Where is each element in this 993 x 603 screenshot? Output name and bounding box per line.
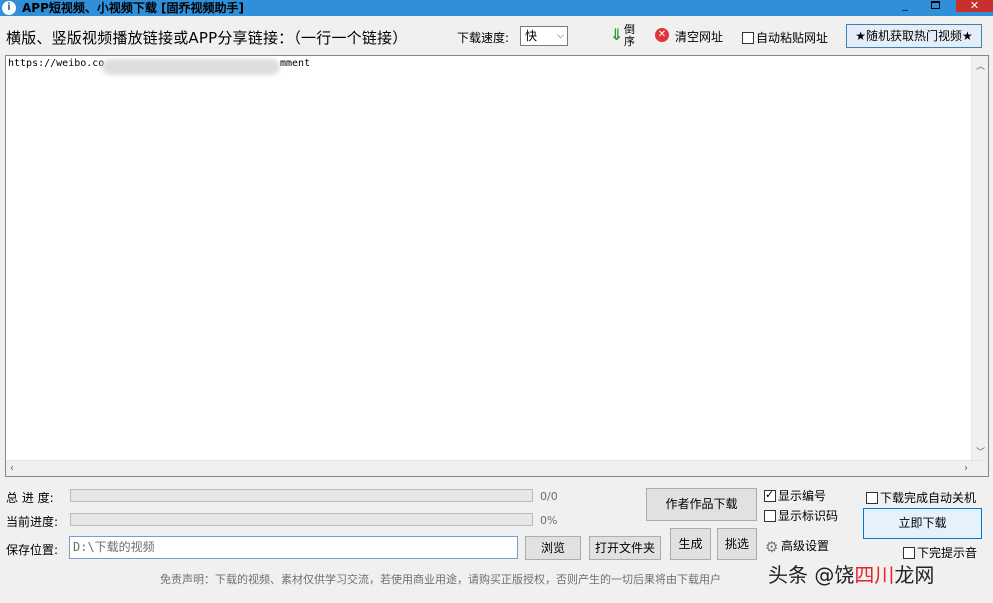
down-arrow-icon: ⇓	[610, 25, 624, 44]
blurred-region	[102, 59, 280, 75]
pick-button[interactable]: 挑选	[717, 528, 757, 560]
open-folder-button[interactable]: 打开文件夹	[589, 536, 661, 560]
chevron-down-icon: ⌵	[557, 31, 564, 41]
reverse-order-label: 倒序	[624, 23, 635, 48]
disclaimer-text: 免责声明：下载的视频、素材仅供学习交流，若使用商业用途，请购买正版授权，否则产生…	[160, 573, 721, 586]
url-textarea[interactable]: https://weibo.co mment ︿ ﹀ ‹ ›	[5, 55, 989, 477]
url-line: https://weibo.co	[8, 58, 104, 69]
title-bar: i APP短视频、小视频下载 [固乔视频助手] _ ✕	[0, 0, 993, 16]
url-line-start: https://weibo.co	[8, 58, 105, 69]
clear-icon: ✕	[655, 28, 669, 42]
watermark: 头条 @饶四川龙网	[768, 559, 934, 595]
current-progress-label: 当前进度:	[6, 515, 59, 529]
speed-select[interactable]: 快 ⌵	[520, 26, 568, 46]
total-progress-value: 0/0	[540, 490, 558, 503]
auto-paste-label: 自动粘贴网址	[756, 31, 829, 45]
generate-button[interactable]: 生成	[670, 528, 711, 560]
watermark-left: 头条 @饶	[768, 563, 855, 587]
auto-shutdown-checkbox[interactable]: 下载完成自动关机	[866, 489, 976, 505]
show-id-code-box	[764, 510, 776, 522]
total-progress-bar	[70, 489, 533, 502]
auto-paste-box	[742, 32, 754, 44]
show-number-box	[764, 488, 776, 502]
total-progress-label: 总 进 度:	[6, 491, 54, 505]
watermark-right: 龙网	[894, 563, 935, 587]
url-line-end: mment	[280, 58, 311, 69]
finish-sound-checkbox[interactable]: 下完提示音	[903, 544, 977, 560]
app-icon: i	[2, 1, 16, 15]
auto-shutdown-label: 下载完成自动关机	[880, 491, 977, 505]
chevron-down-icon[interactable]: ﹀	[976, 445, 985, 458]
advanced-settings-button[interactable]: ⚙ 高级设置	[765, 537, 830, 556]
save-location-label: 保存位置:	[6, 543, 59, 557]
url-prompt-label: 横版、竖版视频播放链接或APP分享链接：（一行一个链接）	[6, 29, 408, 47]
random-hot-videos-button[interactable]: ★随机获取热门视频★	[846, 24, 982, 48]
show-number-label: 显示编号	[778, 489, 827, 503]
speed-select-value: 快	[525, 29, 538, 43]
close-button[interactable]: ✕	[956, 0, 993, 12]
show-id-code-checkbox[interactable]: 显示标识码	[764, 507, 838, 523]
current-progress-bar	[70, 513, 533, 526]
maximize-button[interactable]	[922, 0, 948, 12]
show-id-code-label: 显示标识码	[778, 509, 839, 523]
minimize-button[interactable]: _	[892, 0, 918, 12]
vertical-scrollbar[interactable]: ︿ ﹀	[971, 56, 988, 461]
show-number-checkbox[interactable]: 显示编号	[764, 487, 826, 503]
advanced-settings-label: 高级设置	[781, 539, 830, 553]
maximize-icon	[930, 1, 940, 9]
browse-button[interactable]: 浏览	[525, 536, 581, 560]
download-now-button[interactable]: 立即下载	[863, 508, 982, 539]
finish-sound-label: 下完提示音	[917, 546, 978, 560]
speed-label: 下载速度:	[457, 31, 510, 45]
clear-urls-label: 清空网址	[675, 30, 724, 44]
chevron-left-icon[interactable]: ‹	[10, 463, 14, 474]
chevron-right-icon[interactable]: ›	[964, 463, 968, 474]
window-title: APP短视频、小视频下载 [固乔视频助手]	[22, 1, 245, 15]
gear-icon: ⚙	[765, 538, 779, 556]
horizontal-scrollbar[interactable]: ‹ ›	[6, 460, 988, 476]
chevron-up-icon[interactable]: ︿	[976, 59, 985, 72]
author-works-download-button[interactable]: 作者作品下载	[646, 488, 757, 521]
current-progress-value: 0%	[540, 514, 558, 527]
finish-sound-box	[903, 547, 915, 559]
reverse-order-button[interactable]: ⇓ 倒序	[610, 24, 640, 52]
auto-paste-checkbox[interactable]: 自动粘贴网址	[742, 29, 828, 45]
save-path-input[interactable]: D:\下载的视频	[69, 536, 518, 559]
watermark-highlight: 四川	[854, 563, 895, 587]
auto-shutdown-box	[866, 492, 878, 504]
